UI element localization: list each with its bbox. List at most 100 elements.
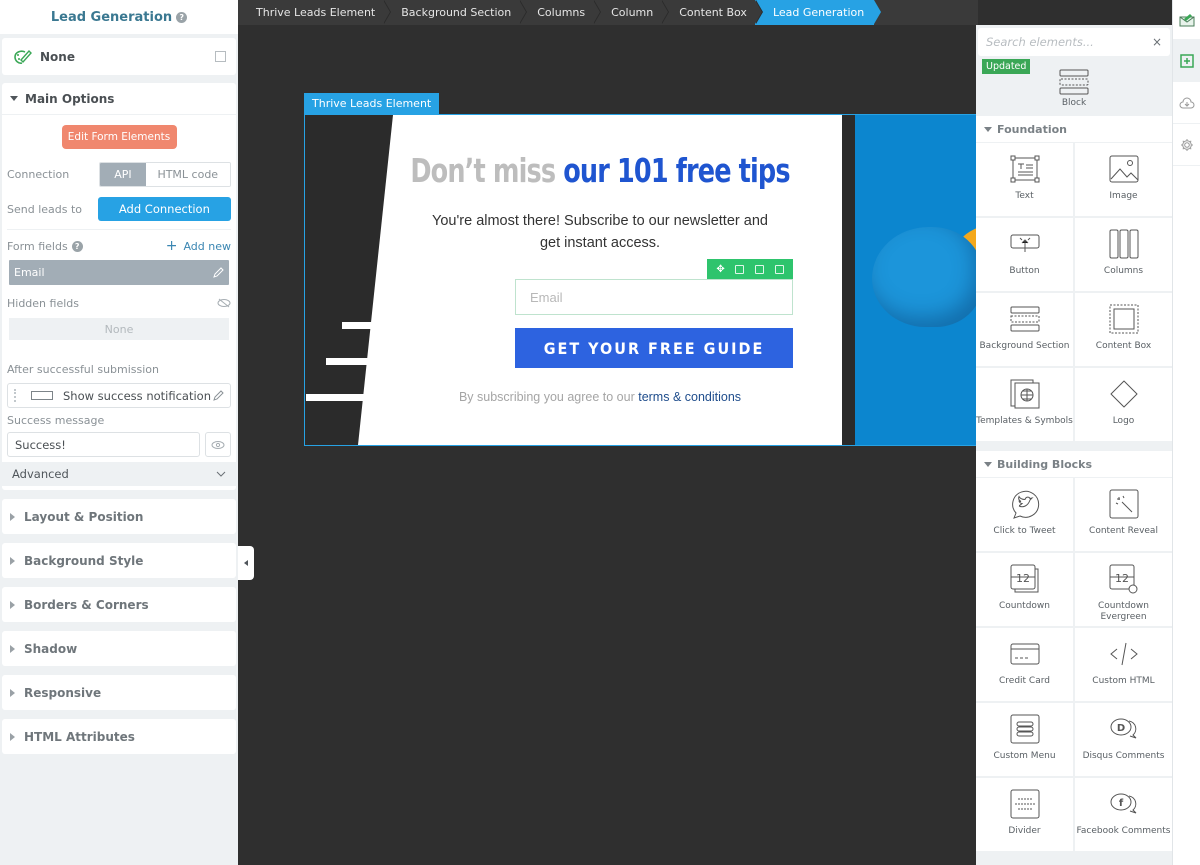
- advanced-toggle[interactable]: Advanced: [2, 462, 236, 486]
- group-title: Building Blocks: [997, 457, 1093, 471]
- element-templates-symbols[interactable]: Templates & Symbols: [976, 368, 1073, 441]
- headline[interactable]: Don’t miss our 101 free tips: [392, 151, 808, 190]
- element-label: Image: [1109, 191, 1138, 201]
- cloud-templates-button[interactable]: [1173, 82, 1200, 124]
- thrive-leads-element[interactable]: Don’t miss our 101 free tips You're almo…: [304, 114, 976, 446]
- menu-icon: [1009, 713, 1041, 745]
- add-connection-button[interactable]: Add Connection: [97, 197, 231, 221]
- save-icon[interactable]: [735, 264, 745, 274]
- element-text[interactable]: Text: [976, 143, 1073, 216]
- section-responsive[interactable]: Responsive: [2, 675, 236, 710]
- add-new-field-button[interactable]: + Add new: [166, 238, 231, 254]
- cloud-download-icon: [1179, 97, 1194, 108]
- element-columns[interactable]: Columns: [1075, 218, 1172, 291]
- element-label: Countdown: [998, 601, 1050, 611]
- drag-handle-icon[interactable]: [14, 389, 17, 402]
- question-circle-icon[interactable]: ?: [176, 11, 188, 23]
- form-field-item[interactable]: Email: [9, 260, 229, 285]
- main-options-toggle[interactable]: Main Options: [2, 83, 236, 115]
- element-tag[interactable]: Thrive Leads Element: [304, 93, 440, 114]
- terms-prefix: By subscribing you agree to our: [458, 390, 635, 404]
- section-html-attributes[interactable]: HTML Attributes: [2, 719, 236, 754]
- breadcrumb-item-active[interactable]: Lead Generation: [754, 0, 882, 25]
- element-credit-card[interactable]: Credit Card: [976, 628, 1073, 701]
- send-leads-label: Send leads to: [7, 202, 83, 216]
- get-free-guide-button[interactable]: GET YOUR FREE GUIDE: [515, 328, 793, 368]
- subtext[interactable]: You're almost there! Subscribe to our ne…: [358, 210, 842, 254]
- notification-icon: [31, 391, 53, 400]
- breadcrumb-item[interactable]: Columns: [519, 0, 601, 25]
- group-toggle[interactable]: Foundation: [976, 116, 1172, 143]
- hidden-fields-value: None: [9, 318, 229, 340]
- divider-icon: [1009, 788, 1041, 820]
- external-link-icon[interactable]: [215, 51, 226, 62]
- element-logo[interactable]: Logo: [1075, 368, 1172, 441]
- lead-generation-button[interactable]: [1173, 0, 1200, 40]
- breadcrumb-item[interactable]: Column: [593, 0, 670, 25]
- question-circle-icon[interactable]: ?: [71, 240, 83, 252]
- element-label: Content Box: [1095, 341, 1152, 351]
- success-message-input[interactable]: Success!: [7, 432, 200, 457]
- after-submission-action[interactable]: Show success notification: [7, 383, 231, 408]
- search-elements-input[interactable]: Search elements... ×: [978, 28, 1170, 56]
- element-content-box[interactable]: Content Box: [1075, 293, 1172, 366]
- section-label: Responsive: [24, 685, 102, 700]
- element-custom-menu[interactable]: Custom Menu: [976, 703, 1073, 776]
- code-icon: [1108, 638, 1140, 670]
- element-block[interactable]: Updated Block: [976, 56, 1172, 112]
- style-preset-card[interactable]: None: [2, 38, 236, 75]
- element-background-section[interactable]: Background Section: [976, 293, 1073, 366]
- element-facebook-comments[interactable]: f Facebook Comments: [1075, 778, 1172, 851]
- edit-form-elements-button[interactable]: Edit Form Elements: [61, 125, 177, 149]
- add-new-label: Add new: [183, 240, 231, 253]
- element-button[interactable]: Button: [976, 218, 1073, 291]
- element-custom-html[interactable]: Custom HTML: [1075, 628, 1172, 701]
- text-icon: [1009, 153, 1041, 185]
- svg-text:D: D: [1116, 723, 1124, 734]
- terms-link[interactable]: terms & conditions: [638, 390, 741, 404]
- breadcrumb-item[interactable]: Thrive Leads Element: [238, 0, 392, 25]
- element-disqus-comments[interactable]: D Disqus Comments: [1075, 703, 1172, 776]
- pencil-icon[interactable]: [212, 266, 224, 279]
- pencil-icon[interactable]: [212, 389, 224, 402]
- hero-image: [855, 115, 976, 445]
- caret-right-icon: [10, 512, 15, 521]
- form-fields-label: Form fields: [7, 239, 68, 253]
- close-icon[interactable]: ×: [1152, 35, 1162, 49]
- eye-slash-icon[interactable]: [217, 298, 231, 308]
- element-divider[interactable]: Divider: [976, 778, 1073, 851]
- element-label: Disqus Comments: [1082, 751, 1165, 761]
- section-shadow[interactable]: Shadow: [2, 631, 236, 666]
- element-click-to-tweet[interactable]: Click to Tweet: [976, 478, 1073, 551]
- section-layout-position[interactable]: Layout & Position: [2, 499, 236, 534]
- element-grid: Click to Tweet Content Reveal 12 Countdow…: [976, 478, 1172, 851]
- move-icon[interactable]: ✥: [716, 264, 724, 275]
- section-borders-corners[interactable]: Borders & Corners: [2, 587, 236, 622]
- background-section-icon: [1009, 303, 1041, 335]
- connection-api-option[interactable]: API: [100, 162, 146, 186]
- email-input[interactable]: Email: [515, 279, 793, 315]
- caret-left-icon: [244, 560, 248, 566]
- breadcrumb-item[interactable]: Background Section: [383, 0, 528, 25]
- connection-toggle: API HTML code: [99, 161, 231, 187]
- element-content-reveal[interactable]: Content Reveal: [1075, 478, 1172, 551]
- delete-icon[interactable]: [774, 264, 784, 274]
- group-toggle[interactable]: Building Blocks: [976, 451, 1172, 478]
- collapse-panel-button[interactable]: [238, 546, 254, 580]
- search-placeholder: Search elements...: [986, 35, 1094, 49]
- content-box[interactable]: Don’t miss our 101 free tips You're almo…: [358, 115, 842, 445]
- connection-html-option[interactable]: HTML code: [145, 162, 230, 186]
- blue-orange-shape: [872, 227, 976, 327]
- section-background-style[interactable]: Background Style: [2, 543, 236, 578]
- element-countdown[interactable]: 12 Countdown: [976, 553, 1073, 626]
- add-element-button[interactable]: [1173, 40, 1200, 82]
- element-countdown-evergreen[interactable]: 12 Countdown Evergreen: [1075, 553, 1172, 626]
- settings-button[interactable]: [1173, 124, 1200, 166]
- main-options-title: Main Options: [25, 91, 115, 106]
- preview-eye-button[interactable]: [205, 432, 231, 457]
- breadcrumb-item[interactable]: Content Box: [661, 0, 763, 25]
- element-label: Countdown Evergreen: [1097, 601, 1149, 622]
- element-image[interactable]: Image: [1075, 143, 1172, 216]
- duplicate-icon[interactable]: [754, 264, 764, 274]
- facebook-comments-icon: f: [1108, 788, 1140, 820]
